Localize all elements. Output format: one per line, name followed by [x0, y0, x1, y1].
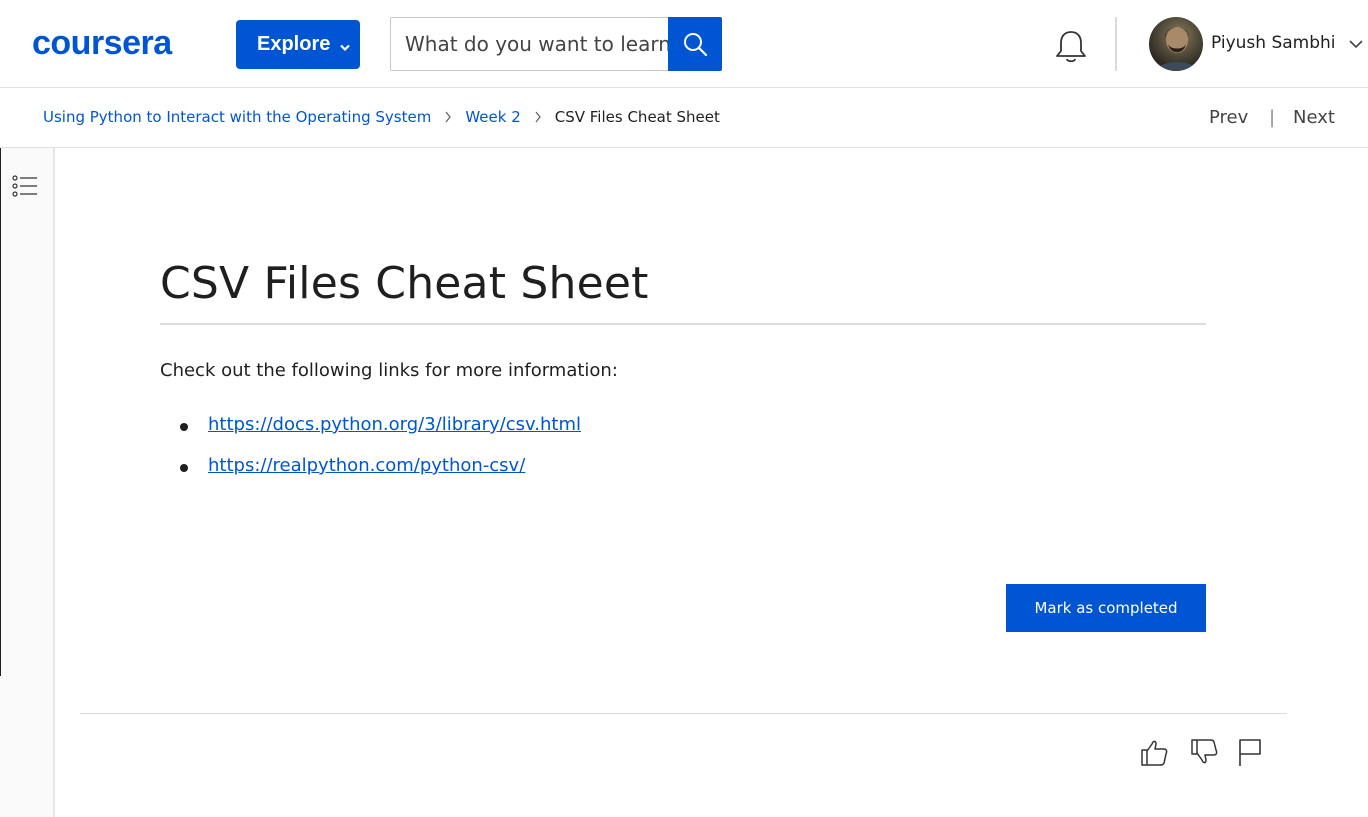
thumbs-down-icon[interactable]: [1188, 736, 1220, 768]
prev-link[interactable]: Prev: [1209, 107, 1248, 128]
title-divider: [160, 323, 1206, 325]
search-button[interactable]: [668, 17, 722, 71]
intro-text: Check out the following links for more i…: [160, 360, 618, 381]
list-menu-icon[interactable]: [11, 172, 39, 200]
chevron-down-icon[interactable]: [1348, 38, 1364, 50]
bullet: [180, 423, 188, 431]
list-item: https://realpython.com/python-csv/: [160, 455, 581, 496]
flag-icon[interactable]: [1234, 736, 1266, 768]
header-divider: [1115, 17, 1117, 71]
bullet: [180, 464, 188, 472]
thumbs-up-icon[interactable]: [1138, 736, 1170, 768]
left-rail: [0, 148, 55, 817]
breadcrumb-course[interactable]: Using Python to Interact with the Operat…: [43, 108, 431, 126]
chevron-down-icon: [340, 39, 351, 55]
breadcrumb-current: CSV Files Cheat Sheet: [554, 108, 720, 126]
chevron-right-icon: [445, 111, 452, 123]
user-name[interactable]: Piyush Sambhi: [1211, 33, 1336, 53]
svg-text:coursera: coursera: [32, 24, 173, 62]
page-title: CSV Files Cheat Sheet: [160, 258, 649, 309]
search-field[interactable]: [390, 17, 668, 71]
link-list: https://docs.python.org/3/library/csv.ht…: [160, 414, 581, 496]
list-item: https://docs.python.org/3/library/csv.ht…: [160, 414, 581, 455]
bell-icon[interactable]: [1052, 28, 1090, 66]
search-icon: [684, 33, 708, 57]
breadcrumb: Using Python to Interact with the Operat…: [43, 108, 720, 126]
search-input[interactable]: [391, 18, 668, 70]
rail-edge: [0, 148, 1, 676]
mark-completed-button[interactable]: Mark as completed: [1006, 584, 1206, 632]
avatar[interactable]: [1149, 17, 1203, 71]
breadcrumb-week[interactable]: Week 2: [465, 108, 520, 126]
explore-button[interactable]: Explore: [236, 20, 360, 69]
top-header: coursera Explore Piyush Sambhi: [0, 0, 1368, 88]
chevron-right-icon: [535, 111, 541, 123]
next-link[interactable]: Next: [1293, 107, 1335, 128]
nav-separator: |: [1269, 107, 1276, 128]
breadcrumb-bar: Using Python to Interact with the Operat…: [0, 88, 1368, 148]
footer-divider: [80, 713, 1287, 714]
coursera-logo[interactable]: coursera: [32, 24, 206, 64]
link-realpython[interactable]: https://realpython.com/python-csv/: [208, 455, 525, 476]
link-python-docs[interactable]: https://docs.python.org/3/library/csv.ht…: [208, 414, 581, 435]
explore-label: Explore: [257, 33, 331, 55]
